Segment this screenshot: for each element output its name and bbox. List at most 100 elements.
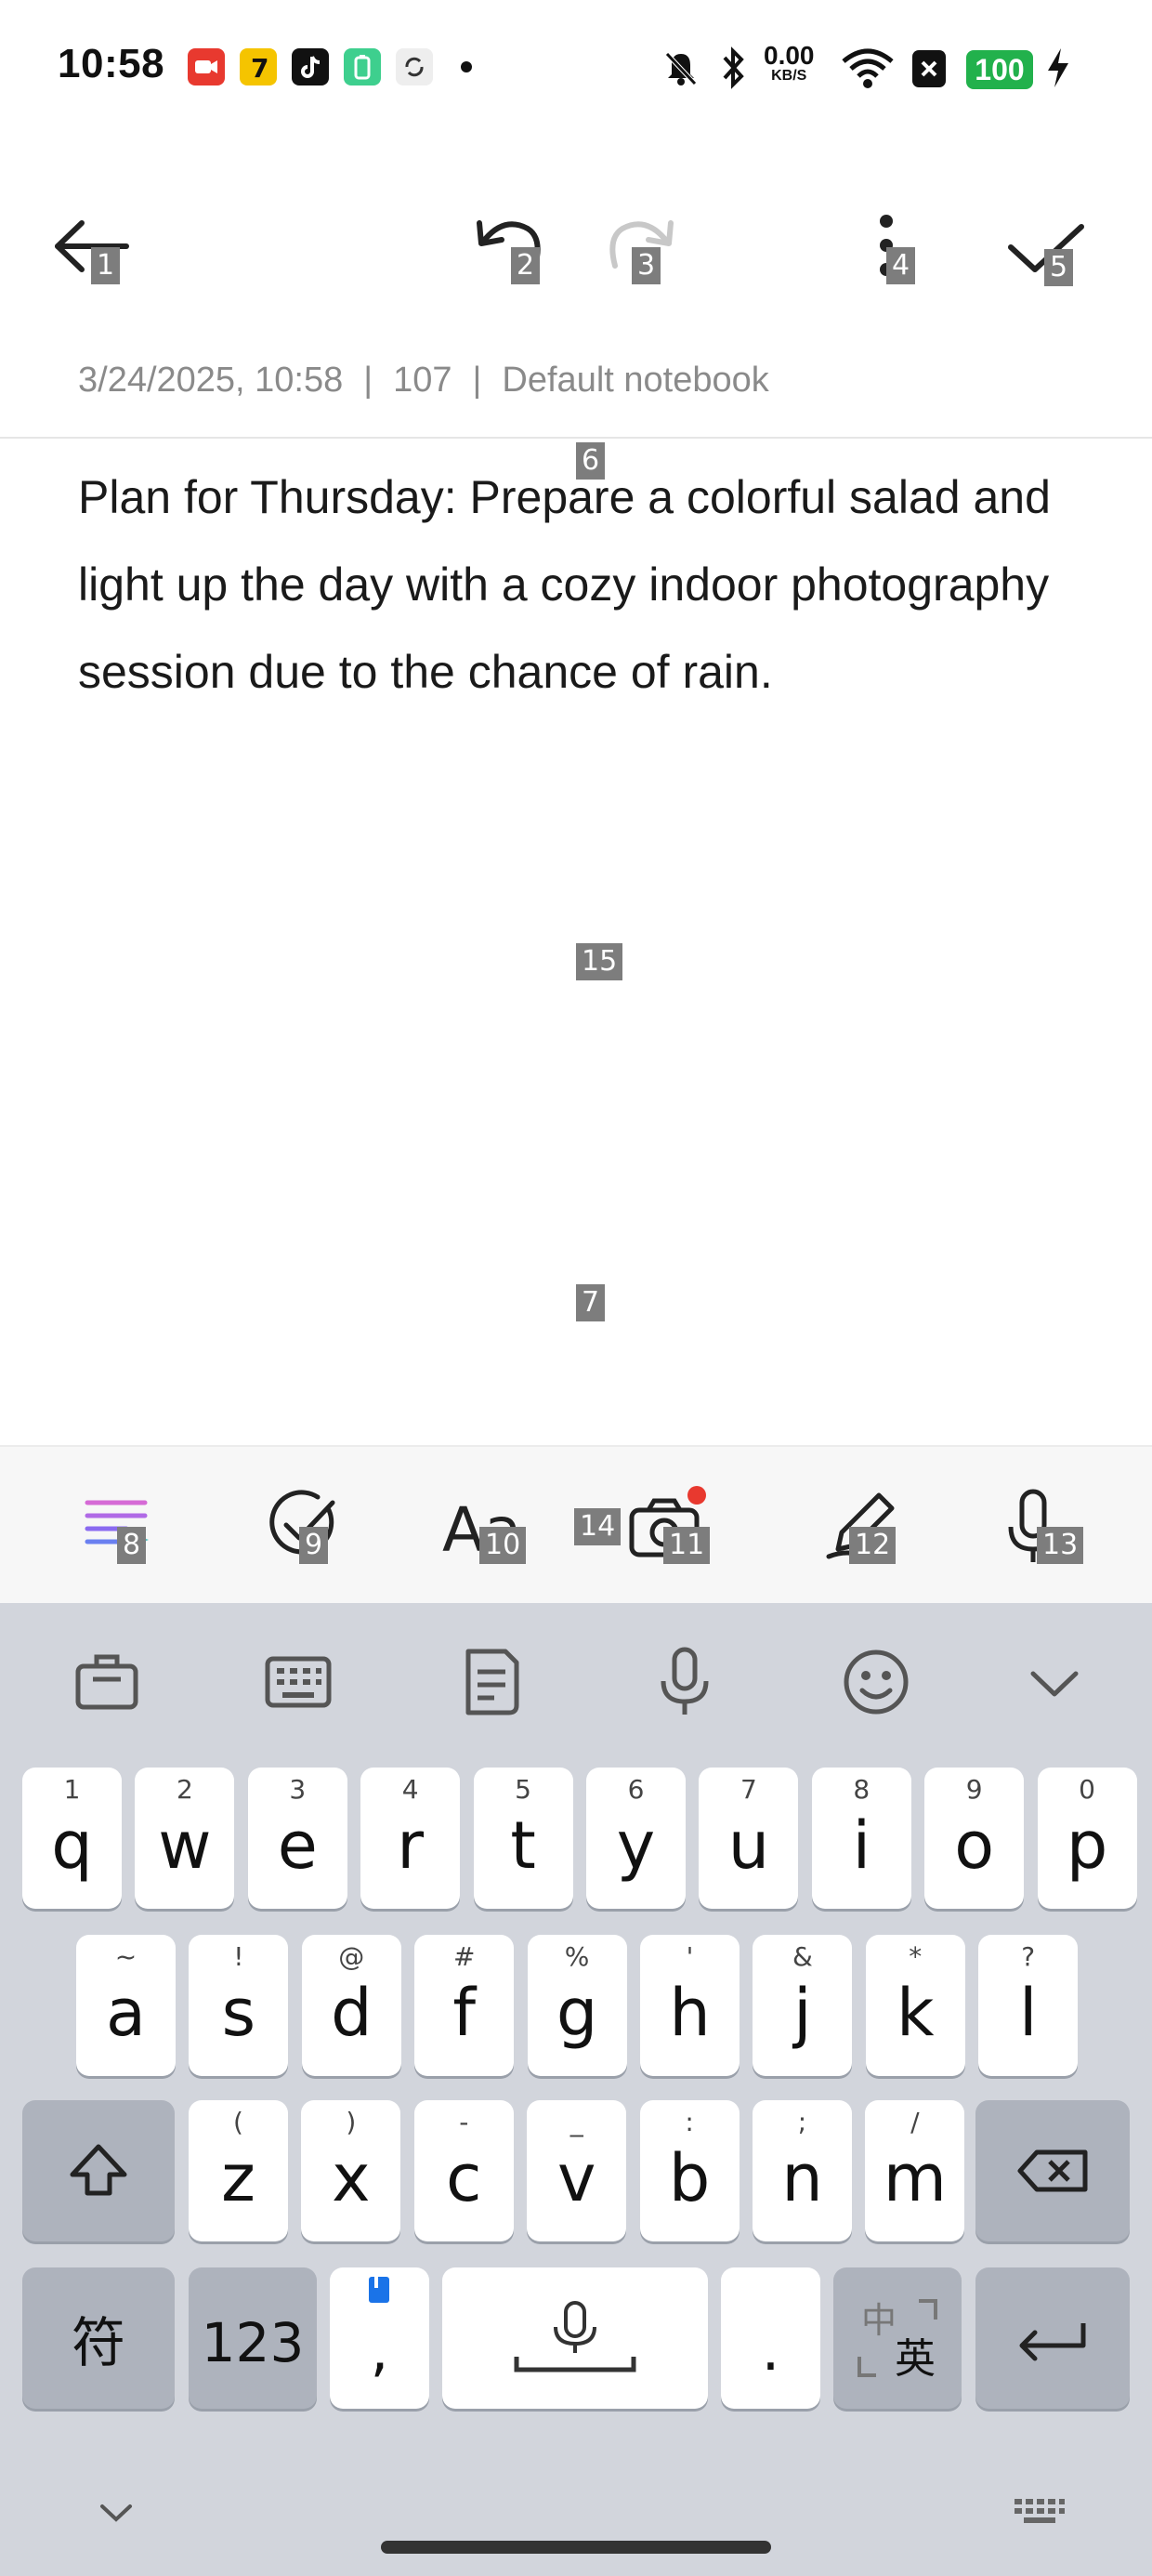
key-b[interactable]: :b xyxy=(639,2100,740,2241)
key-letter: m xyxy=(883,2140,947,2216)
key-hint: ~ xyxy=(114,1941,137,1972)
wifi-icon xyxy=(842,48,894,88)
close-box-icon xyxy=(912,50,946,87)
keyboard-icon xyxy=(265,1656,332,1708)
enter-key[interactable] xyxy=(975,2267,1130,2409)
key-j[interactable]: & j xyxy=(753,1935,853,2076)
key-hint: : xyxy=(685,2107,694,2137)
camera-button[interactable]: 11 xyxy=(615,1475,717,1577)
checklist-button[interactable]: 9 xyxy=(251,1475,353,1577)
note-char-count: 107 xyxy=(393,361,452,400)
key-q[interactable]: 1q xyxy=(22,1768,122,1909)
key-d[interactable]: @ d xyxy=(301,1935,401,2076)
key-hint: - xyxy=(459,2107,469,2137)
hide-keyboard-button[interactable] xyxy=(1013,1640,1096,1724)
home-indicator[interactable] xyxy=(381,2541,771,2554)
redo-button[interactable]: 3 xyxy=(591,195,684,297)
undo-button[interactable]: 2 xyxy=(466,195,559,297)
key-y[interactable]: 6y xyxy=(586,1768,686,1909)
note-body-text[interactable]: Plan for Thursday: Prepare a colorful sa… xyxy=(78,453,1100,716)
smiley-icon xyxy=(844,1649,909,1715)
key-hint: 0 xyxy=(1079,1774,1095,1805)
keyboard-layout-button[interactable] xyxy=(256,1640,340,1724)
notebook-selector[interactable]: Default notebook xyxy=(502,361,768,400)
label-tag: 11 xyxy=(663,1527,711,1564)
key-m[interactable]: / m xyxy=(865,2100,965,2241)
label-tag: 8 xyxy=(117,1527,147,1564)
key-hint: 6 xyxy=(627,1774,645,1805)
voice-note-button[interactable]: 13 xyxy=(985,1475,1087,1577)
key-hint: @ xyxy=(338,1941,365,1972)
key-o[interactable]: 9o xyxy=(924,1768,1025,1909)
key-letter: w xyxy=(158,1807,212,1884)
key-hint: # xyxy=(452,1941,476,1972)
ai-assist-button[interactable]: 8 xyxy=(67,1475,169,1577)
done-button[interactable]: 5 xyxy=(1001,195,1094,297)
key-g[interactable]: % g xyxy=(527,1935,627,2076)
key-w[interactable]: 2w xyxy=(135,1768,235,1909)
key-h[interactable]: ' h xyxy=(640,1935,740,2076)
symbols-key[interactable]: 符 xyxy=(22,2267,175,2409)
language-switch-key[interactable]: 中 英 xyxy=(833,2267,962,2409)
key-hint: 1 xyxy=(63,1774,81,1805)
bluetooth-icon xyxy=(723,46,744,89)
numbers-key[interactable]: 123 xyxy=(189,2267,317,2409)
key-s[interactable]: ! s xyxy=(189,1935,289,2076)
back-button[interactable]: 1 xyxy=(48,195,141,297)
key-letter: p xyxy=(1066,1807,1108,1884)
soft-keyboard: 1q2w3e4r5t6y7u8i9o0p ~ a! s @ d # f% g ' h & j * k? l … xyxy=(0,1603,1152,2576)
clipboard-button[interactable] xyxy=(65,1640,149,1724)
key-r[interactable]: 4r xyxy=(360,1768,461,1909)
key-n[interactable]: ; n xyxy=(753,2100,852,2241)
key-t[interactable]: 5t xyxy=(473,1768,573,1909)
key-x[interactable]: ) x xyxy=(301,2100,401,2241)
key-hint: * xyxy=(909,1941,923,1972)
key-v[interactable]: _ v xyxy=(527,2100,627,2241)
key-hint: _ xyxy=(569,2107,583,2137)
key-l[interactable]: ? l xyxy=(978,1935,1079,2076)
shift-key[interactable] xyxy=(22,2100,175,2241)
sync-app-icon xyxy=(396,48,433,85)
key-hint: 2 xyxy=(176,1774,193,1805)
label-tag: 3 xyxy=(632,247,661,284)
key-letter: t xyxy=(510,1807,536,1884)
draw-button[interactable]: 12 xyxy=(810,1475,912,1577)
label-tag: 14 xyxy=(574,1508,622,1545)
text-style-button[interactable]: Aa 10 xyxy=(437,1475,539,1577)
meta-separator: | xyxy=(363,361,373,400)
notes-clip-button[interactable] xyxy=(450,1640,533,1724)
label-tag: 7 xyxy=(576,1284,606,1321)
key-e[interactable]: 3e xyxy=(247,1768,347,1909)
more-options-button[interactable]: 4 xyxy=(840,195,933,297)
key-k[interactable]: * k xyxy=(865,1935,965,2076)
network-speed: 0.00 KB/S xyxy=(764,41,815,84)
briefcase-icon xyxy=(75,1654,138,1710)
backspace-key[interactable] xyxy=(975,2100,1130,2241)
label-tag: 15 xyxy=(576,943,623,980)
keyboard-voice-button[interactable] xyxy=(643,1640,727,1724)
video-call-icon xyxy=(188,48,225,85)
space-key[interactable] xyxy=(442,2267,708,2409)
key-hint: 7 xyxy=(740,1774,757,1805)
key-c[interactable]: -c xyxy=(413,2100,514,2241)
emoji-button[interactable] xyxy=(834,1640,918,1724)
comma-key[interactable]: , xyxy=(330,2267,429,2409)
key-a[interactable]: ~ a xyxy=(76,1935,176,2076)
key-hint: ! xyxy=(233,1941,244,1972)
mute-icon xyxy=(665,52,697,85)
label-tag: 12 xyxy=(849,1527,897,1564)
key-p[interactable]: 0p xyxy=(1037,1768,1137,1909)
period-key[interactable]: . xyxy=(721,2267,820,2409)
key-f[interactable]: # f xyxy=(414,1935,515,2076)
collapse-chevron-icon[interactable] xyxy=(93,2495,139,2532)
key-i[interactable]: 8i xyxy=(811,1768,911,1909)
key-z[interactable]: (z xyxy=(189,2100,288,2241)
battery-app-icon xyxy=(344,48,381,85)
key-letter: y xyxy=(616,1807,656,1884)
key-letter: g xyxy=(556,1975,598,2051)
keyboard-switch-icon[interactable] xyxy=(1011,2495,1067,2532)
key-hint: 8 xyxy=(853,1774,871,1805)
charging-icon xyxy=(1048,48,1068,87)
key-letter: f xyxy=(452,1975,477,2051)
key-u[interactable]: 7u xyxy=(699,1768,799,1909)
